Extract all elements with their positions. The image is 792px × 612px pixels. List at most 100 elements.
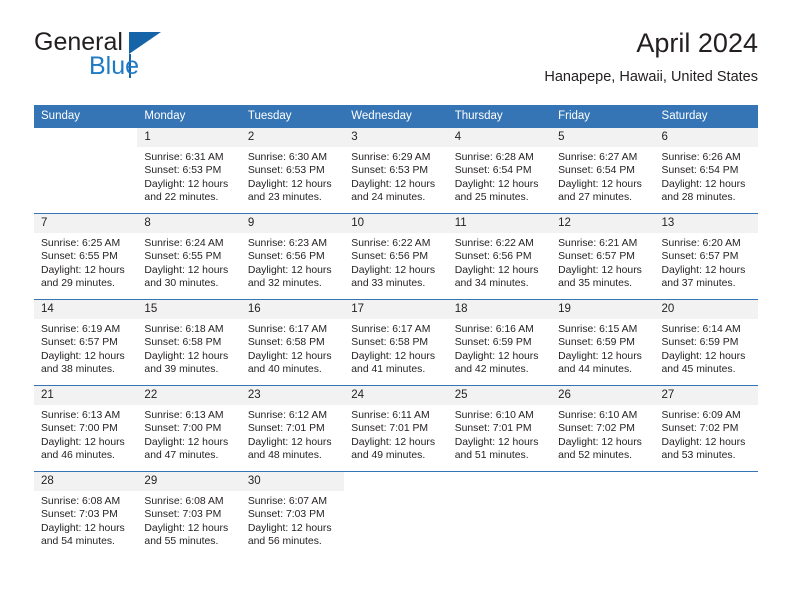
- calendar-day-cell[interactable]: 6 Sunrise: 6:26 AM Sunset: 6:54 PM Dayli…: [654, 127, 758, 214]
- day-details: Sunrise: 6:10 AM Sunset: 7:02 PM Dayligh…: [551, 405, 654, 463]
- day-details: Sunrise: 6:17 AM Sunset: 6:58 PM Dayligh…: [344, 319, 447, 377]
- calendar-body: 1 Sunrise: 6:31 AM Sunset: 6:53 PM Dayli…: [34, 127, 758, 557]
- daylight-text-line2: and 42 minutes.: [454, 364, 529, 376]
- daylight-text-line2: and 47 minutes.: [144, 450, 219, 462]
- calendar-day-cell[interactable]: 7 Sunrise: 6:25 AM Sunset: 6:55 PM Dayli…: [34, 213, 138, 300]
- calendar-day-cell[interactable]: [654, 471, 758, 557]
- calendar-day-cell[interactable]: [344, 471, 448, 557]
- day-number: 30: [240, 472, 345, 491]
- sunset-text: Sunset: 6:55 PM: [144, 251, 222, 263]
- sunrise-text: Sunrise: 6:15 AM: [558, 324, 638, 335]
- day-details: Sunrise: 6:22 AM Sunset: 6:56 PM Dayligh…: [344, 233, 447, 291]
- daylight-text-line2: and 24 minutes.: [351, 192, 426, 204]
- day-details: Sunrise: 6:07 AM Sunset: 7:03 PM Dayligh…: [241, 491, 344, 549]
- calendar-day-cell[interactable]: 2 Sunrise: 6:30 AM Sunset: 6:53 PM Dayli…: [240, 127, 345, 214]
- sunset-text: Sunset: 6:56 PM: [247, 251, 325, 263]
- daylight-text-line1: Daylight: 12 hours: [661, 264, 746, 276]
- calendar-day-cell[interactable]: 26 Sunrise: 6:10 AM Sunset: 7:02 PM Dayl…: [551, 385, 655, 472]
- calendar-day-cell[interactable]: 5 Sunrise: 6:27 AM Sunset: 6:54 PM Dayli…: [551, 127, 655, 214]
- calendar-day-cell[interactable]: 29 Sunrise: 6:08 AM Sunset: 7:03 PM Dayl…: [137, 471, 241, 557]
- calendar-day-cell[interactable]: 27 Sunrise: 6:09 AM Sunset: 7:02 PM Dayl…: [654, 385, 758, 472]
- sunrise-text: Sunrise: 6:24 AM: [144, 238, 224, 249]
- brand-logo[interactable]: General Blue: [34, 28, 264, 90]
- daylight-text-line2: and 37 minutes.: [661, 278, 736, 290]
- calendar-day-cell[interactable]: 28 Sunrise: 6:08 AM Sunset: 7:03 PM Dayl…: [34, 471, 138, 557]
- day-number: 2: [240, 128, 345, 147]
- sunset-text: Sunset: 6:53 PM: [144, 165, 222, 177]
- calendar-day-cell[interactable]: 19 Sunrise: 6:15 AM Sunset: 6:59 PM Dayl…: [551, 299, 655, 386]
- sunrise-text: Sunrise: 6:09 AM: [661, 410, 741, 421]
- calendar-day-cell[interactable]: 16 Sunrise: 6:17 AM Sunset: 6:58 PM Dayl…: [240, 299, 345, 386]
- calendar-day-cell[interactable]: [551, 471, 655, 557]
- day-details: Sunrise: 6:16 AM Sunset: 6:59 PM Dayligh…: [448, 319, 551, 377]
- calendar-day-cell[interactable]: 14 Sunrise: 6:19 AM Sunset: 6:57 PM Dayl…: [34, 299, 138, 386]
- calendar-day-cell[interactable]: 18 Sunrise: 6:16 AM Sunset: 6:59 PM Dayl…: [447, 299, 552, 386]
- daylight-text-line2: and 34 minutes.: [454, 278, 529, 290]
- daylight-text-line2: and 46 minutes.: [41, 450, 115, 462]
- calendar-day-cell[interactable]: 30 Sunrise: 6:07 AM Sunset: 7:03 PM Dayl…: [240, 471, 345, 557]
- daylight-text-line1: Daylight: 12 hours: [247, 350, 332, 362]
- calendar-day-cell[interactable]: 10 Sunrise: 6:22 AM Sunset: 6:56 PM Dayl…: [344, 213, 448, 300]
- sunrise-text: Sunrise: 6:29 AM: [351, 152, 431, 163]
- calendar-day-cell[interactable]: 13 Sunrise: 6:20 AM Sunset: 6:57 PM Dayl…: [654, 213, 758, 300]
- calendar-day-cell[interactable]: 21 Sunrise: 6:13 AM Sunset: 7:00 PM Dayl…: [34, 385, 138, 472]
- daylight-text-line1: Daylight: 12 hours: [454, 436, 539, 448]
- sunset-text: Sunset: 6:57 PM: [661, 251, 739, 263]
- calendar-day-cell[interactable]: 20 Sunrise: 6:14 AM Sunset: 6:59 PM Dayl…: [654, 299, 758, 386]
- sunset-text: Sunset: 6:57 PM: [41, 337, 118, 349]
- sunrise-text: Sunrise: 6:31 AM: [144, 152, 224, 163]
- calendar-day-cell[interactable]: 3 Sunrise: 6:29 AM Sunset: 6:53 PM Dayli…: [344, 127, 448, 214]
- sunset-text: Sunset: 6:54 PM: [558, 165, 635, 177]
- daylight-text-line1: Daylight: 12 hours: [454, 350, 539, 362]
- day-details: Sunrise: 6:19 AM Sunset: 6:57 PM Dayligh…: [34, 319, 137, 377]
- calendar-day-cell[interactable]: 11 Sunrise: 6:22 AM Sunset: 6:56 PM Dayl…: [447, 213, 552, 300]
- sunset-text: Sunset: 6:56 PM: [454, 251, 532, 263]
- sunset-text: Sunset: 6:53 PM: [351, 165, 429, 177]
- calendar-day-cell[interactable]: 24 Sunrise: 6:11 AM Sunset: 7:01 PM Dayl…: [344, 385, 448, 472]
- daylight-text-line1: Daylight: 12 hours: [558, 264, 642, 276]
- sunset-text: Sunset: 6:53 PM: [247, 165, 325, 177]
- sunset-text: Sunset: 6:55 PM: [41, 251, 118, 263]
- calendar-day-cell[interactable]: [34, 127, 138, 214]
- calendar-day-cell[interactable]: 1 Sunrise: 6:31 AM Sunset: 6:53 PM Dayli…: [137, 127, 241, 214]
- weekday-header-tuesday: Tuesday: [240, 105, 345, 128]
- calendar-day-cell[interactable]: 23 Sunrise: 6:12 AM Sunset: 7:01 PM Dayl…: [240, 385, 345, 472]
- calendar-day-cell[interactable]: [447, 471, 552, 557]
- sunset-text: Sunset: 7:01 PM: [247, 423, 325, 435]
- sunset-text: Sunset: 6:56 PM: [351, 251, 429, 263]
- sunrise-text: Sunrise: 6:13 AM: [41, 410, 121, 421]
- calendar-day-cell[interactable]: 9 Sunrise: 6:23 AM Sunset: 6:56 PM Dayli…: [240, 213, 345, 300]
- calendar-day-cell[interactable]: 17 Sunrise: 6:17 AM Sunset: 6:58 PM Dayl…: [344, 299, 448, 386]
- page-title: April 2024: [636, 28, 758, 58]
- sunset-text: Sunset: 7:02 PM: [661, 423, 739, 435]
- sunset-text: Sunset: 7:00 PM: [41, 423, 118, 435]
- daylight-text-line1: Daylight: 12 hours: [41, 522, 125, 534]
- calendar-day-cell[interactable]: 22 Sunrise: 6:13 AM Sunset: 7:00 PM Dayl…: [137, 385, 241, 472]
- sunset-text: Sunset: 6:59 PM: [661, 337, 739, 349]
- calendar-day-cell[interactable]: 15 Sunrise: 6:18 AM Sunset: 6:58 PM Dayl…: [137, 299, 241, 386]
- daylight-text-line2: and 39 minutes.: [144, 364, 219, 376]
- sunrise-text: Sunrise: 6:11 AM: [351, 410, 430, 421]
- calendar-page: General Blue April 2024 Hanapepe, Hawaii…: [0, 0, 792, 612]
- calendar-day-cell[interactable]: 4 Sunrise: 6:28 AM Sunset: 6:54 PM Dayli…: [447, 127, 552, 214]
- calendar-grid: Sunday Monday Tuesday Wednesday Thursday…: [34, 105, 758, 557]
- daylight-text-line2: and 30 minutes.: [144, 278, 219, 290]
- sunset-text: Sunset: 7:01 PM: [351, 423, 429, 435]
- daylight-text-line2: and 40 minutes.: [247, 364, 322, 376]
- day-number: 12: [551, 214, 655, 233]
- day-number: 20: [654, 300, 758, 319]
- sunrise-text: Sunrise: 6:20 AM: [661, 238, 741, 249]
- sunrise-text: Sunrise: 6:16 AM: [454, 324, 534, 335]
- day-number: 14: [34, 300, 138, 319]
- daylight-text-line1: Daylight: 12 hours: [247, 436, 332, 448]
- sunrise-text: Sunrise: 6:07 AM: [247, 496, 327, 507]
- day-details: Sunrise: 6:14 AM Sunset: 6:59 PM Dayligh…: [655, 319, 758, 377]
- daylight-text-line1: Daylight: 12 hours: [144, 522, 229, 534]
- day-number: 8: [137, 214, 241, 233]
- sunset-text: Sunset: 6:57 PM: [558, 251, 635, 263]
- calendar-day-cell[interactable]: 8 Sunrise: 6:24 AM Sunset: 6:55 PM Dayli…: [137, 213, 241, 300]
- daylight-text-line2: and 41 minutes.: [351, 364, 426, 376]
- day-details: Sunrise: 6:25 AM Sunset: 6:55 PM Dayligh…: [34, 233, 137, 291]
- calendar-day-cell[interactable]: 25 Sunrise: 6:10 AM Sunset: 7:01 PM Dayl…: [447, 385, 552, 472]
- calendar-day-cell[interactable]: 12 Sunrise: 6:21 AM Sunset: 6:57 PM Dayl…: [551, 213, 655, 300]
